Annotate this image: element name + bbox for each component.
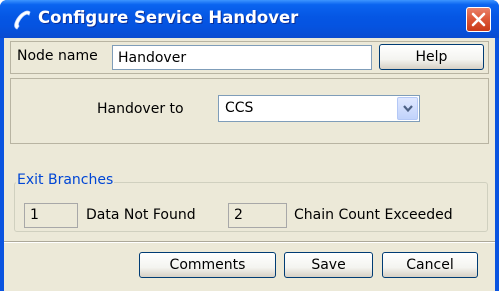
dialog-body: Node name Help Handover to CCS Exit Bran… xyxy=(4,38,495,291)
branch-number: 1 xyxy=(24,203,78,228)
branch-number: 2 xyxy=(228,203,287,228)
footer-divider xyxy=(4,241,495,243)
close-button[interactable] xyxy=(466,7,491,32)
exit-branches-title: Exit Branches xyxy=(16,172,115,188)
close-icon xyxy=(471,12,486,27)
branch-label: Chain Count Exceeded xyxy=(294,207,453,223)
dialog-title: Configure Service Handover xyxy=(38,8,299,27)
node-name-row: Node name Help xyxy=(10,41,489,74)
branch-label: Data Not Found xyxy=(86,207,196,223)
handover-row: Handover to CCS xyxy=(10,78,489,144)
cancel-button[interactable]: Cancel xyxy=(382,252,478,278)
handover-select[interactable]: CCS xyxy=(218,95,420,122)
dropdown-button[interactable] xyxy=(397,97,418,120)
handover-selected-value: CCS xyxy=(225,100,254,116)
dialog-window: Configure Service Handover Node name Hel… xyxy=(0,0,499,291)
node-name-label: Node name xyxy=(17,48,98,64)
title-bar[interactable]: Configure Service Handover xyxy=(0,0,499,38)
phone-handset-icon xyxy=(14,10,31,30)
help-button[interactable]: Help xyxy=(379,44,484,70)
save-button[interactable]: Save xyxy=(284,252,373,278)
handover-label: Handover to xyxy=(97,101,184,117)
chevron-down-icon xyxy=(403,105,413,113)
comments-button[interactable]: Comments xyxy=(139,252,276,278)
node-name-input[interactable] xyxy=(112,45,372,70)
